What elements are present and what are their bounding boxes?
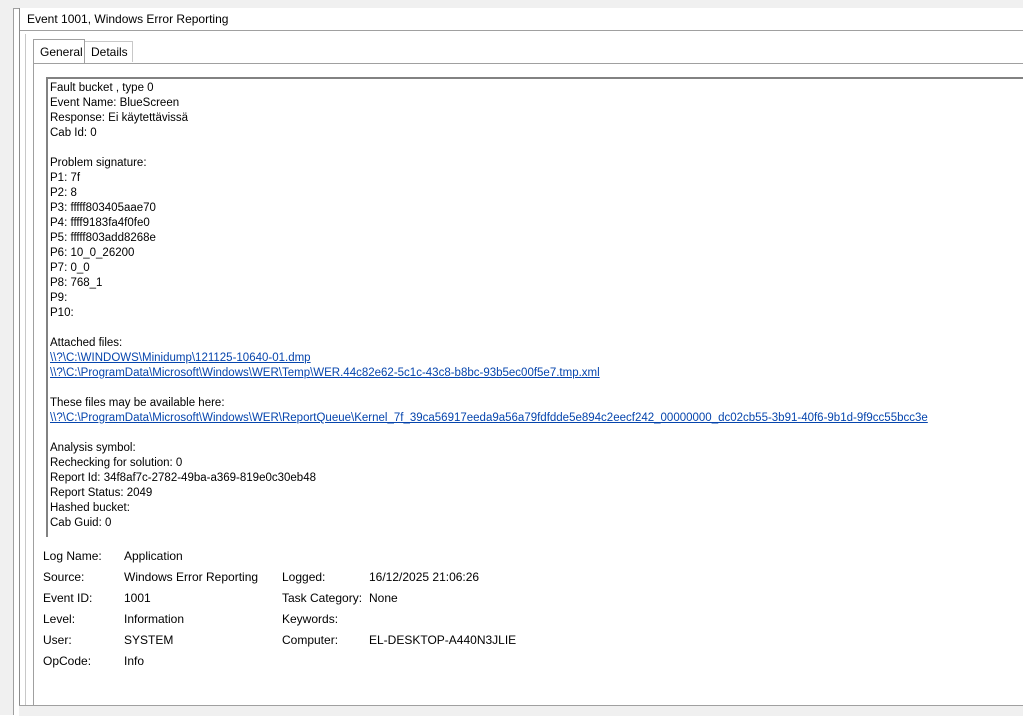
description-line: Hashed bucket: (50, 502, 130, 514)
description-file-link[interactable]: \\?\C:\ProgramData\Microsoft\Windows\WER… (50, 411, 1023, 426)
log-name-value: Application (124, 549, 183, 563)
description-line: P9: (50, 292, 68, 304)
description-file-link[interactable]: \\?\C:\WINDOWS\Minidump\121125-10640-01.… (50, 351, 1023, 366)
computer-label: Computer: (282, 633, 339, 647)
source-label: Source: (43, 570, 85, 584)
level-value: Information (124, 612, 185, 626)
event-id-value: 1001 (124, 591, 151, 605)
event-viewer-background: Event 1001, Windows Error Reporting Gene… (0, 0, 1023, 716)
description-line: Attached files: (50, 337, 123, 349)
description-line: P2: 8 (50, 187, 77, 199)
description-line: These files may be available here: (50, 397, 225, 409)
event-properties-window: Event 1001, Windows Error Reporting Gene… (19, 8, 1023, 706)
description-line: Event Name: BlueScreen (50, 97, 180, 109)
logged-value: 16/12/2025 21:06:26 (369, 570, 480, 584)
log-name-label: Log Name: (43, 549, 102, 563)
tab-general[interactable]: General (33, 39, 85, 63)
description-line: P1: 7f (50, 172, 81, 184)
description-line (50, 426, 1023, 441)
task-category-label: Task Category: (282, 591, 363, 605)
description-file-link[interactable]: \\?\C:\ProgramData\Microsoft\Windows\WER… (50, 366, 1023, 381)
opcode-value: Info (124, 654, 145, 668)
level-label: Level: (43, 612, 76, 626)
description-line (50, 141, 1023, 156)
event-id-label: Event ID: (43, 591, 93, 605)
description-line: P3: fffff803405aae70 (50, 202, 156, 214)
description-line: Problem signature: (50, 157, 147, 169)
description-line: P10: (50, 307, 74, 319)
description-line: Fault bucket , type 0 (50, 82, 154, 94)
description-line: Response: Ei käytettävissä (50, 112, 189, 124)
opcode-label: OpCode: (43, 654, 92, 668)
title-bar-divider (20, 30, 1023, 31)
description-line: P8: 768_1 (50, 277, 103, 289)
event-panel: General Details Fault bucket , type 0 Eve… (25, 34, 1023, 706)
description-line: Cab Id: 0 (50, 127, 97, 139)
description-line (50, 381, 1023, 396)
description-line: Rechecking for solution: 0 (50, 457, 183, 469)
description-line: P4: ffff9183fa4f0fe0 (50, 217, 150, 229)
title-bar: Event 1001, Windows Error Reporting (20, 8, 1023, 31)
description-line: P5: fffff803add8268e (50, 232, 156, 244)
computer-value: EL-DESKTOP-A440N3JLIE (369, 633, 517, 647)
source-value: Windows Error Reporting (124, 570, 259, 584)
task-category-value: None (369, 591, 398, 605)
left-gutter (0, 0, 14, 715)
description-line: Report Status: 2049 (50, 487, 153, 499)
description-line: Analysis symbol: (50, 442, 136, 454)
event-description-text: Fault bucket , type 0 Event Name: BlueScr… (50, 81, 1023, 531)
description-line: P6: 10_0_26200 (50, 247, 135, 259)
tab-details[interactable]: Details (85, 41, 133, 62)
bottom-strip (19, 705, 1023, 716)
user-label: User: (43, 633, 72, 647)
keywords-label: Keywords: (282, 612, 339, 626)
description-line: Cab Guid: 0 (50, 517, 112, 529)
window-title: Event 1001, Windows Error Reporting (27, 12, 229, 26)
user-value: SYSTEM (124, 633, 174, 647)
logged-label: Logged: (282, 570, 326, 584)
event-properties-grid: Log Name: Application Source: Windows Er… (43, 549, 1023, 689)
general-tab-body: Fault bucket , type 0 Event Name: BlueScr… (33, 63, 1023, 706)
event-description-box[interactable]: Fault bucket , type 0 Event Name: BlueScr… (46, 77, 1023, 537)
description-line (50, 321, 1023, 336)
description-line: P7: 0_0 (50, 262, 90, 274)
description-line: Report Id: 34f8af7c-2782-49ba-a369-819e0… (50, 472, 316, 484)
